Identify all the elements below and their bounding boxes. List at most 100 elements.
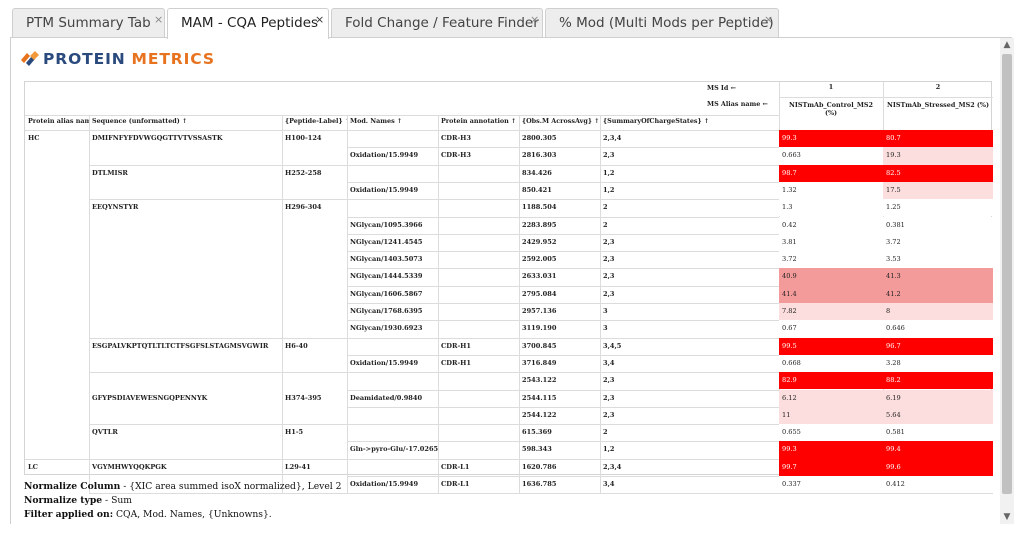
- cell-obs-mass[interactable]: 2795.084: [519, 286, 600, 303]
- cell-ms2-value[interactable]: 17.5: [883, 181, 993, 200]
- cell-charge-states[interactable]: 2,3,4: [600, 459, 779, 476]
- cell-protein-annotation[interactable]: CDR-L1: [438, 459, 519, 476]
- cell-sequence[interactable]: VGYMHWYQQKPGK: [89, 459, 282, 476]
- cell-ms1-value[interactable]: 0.337: [779, 476, 883, 494]
- cell-charge-states[interactable]: 3,4: [600, 476, 779, 493]
- cell-obs-mass[interactable]: 2429.952: [519, 234, 600, 251]
- cell-mod-name[interactable]: Oxidation/15.9949: [347, 182, 438, 199]
- cell-obs-mass[interactable]: 2283.895: [519, 217, 600, 234]
- cell-ms1-value[interactable]: 3.81: [779, 233, 883, 252]
- cell-mod-name[interactable]: Oxidation/15.9949: [347, 147, 438, 164]
- scroll-up-icon[interactable]: ▲: [1000, 38, 1014, 52]
- cell-obs-mass[interactable]: 3700.845: [519, 338, 600, 355]
- cell-ms1-value[interactable]: 1.32: [779, 181, 883, 200]
- cell-ms1-value[interactable]: 0.663: [779, 147, 883, 165]
- tab-percent-mod[interactable]: % Mod (Multi Mods per Peptide) ×: [545, 8, 779, 38]
- cell-peptide-label[interactable]: H6-40: [282, 338, 347, 355]
- cell-mod-name[interactable]: NGlycan/1930.6923: [347, 320, 438, 337]
- cell-mod-name[interactable]: NGlycan/1606.5867: [347, 286, 438, 303]
- cell-obs-mass[interactable]: 1636.785: [519, 476, 600, 493]
- column-header-6[interactable]: {SummaryOfChargeStates} ↑: [600, 118, 779, 128]
- cell-ms2-value[interactable]: 3.72: [883, 233, 993, 252]
- cell-peptide-label[interactable]: H374-395: [282, 390, 347, 407]
- cell-obs-mass[interactable]: 3716.849: [519, 355, 600, 372]
- cell-obs-mass[interactable]: 850.421: [519, 182, 600, 199]
- cell-protein-annotation[interactable]: CDR-H1: [438, 355, 519, 372]
- cell-ms1-value[interactable]: 0.67: [779, 320, 883, 338]
- cell-ms1-value[interactable]: 98.7: [779, 164, 883, 182]
- close-icon[interactable]: ×: [315, 9, 324, 31]
- cell-ms2-value[interactable]: 0.381: [883, 216, 993, 234]
- cell-ms2-value[interactable]: 3.53: [883, 251, 993, 269]
- cell-ms1-value[interactable]: 6.12: [779, 389, 883, 407]
- cell-ms2-value[interactable]: 96.7: [883, 337, 993, 355]
- cell-charge-states[interactable]: 2: [600, 424, 779, 441]
- cell-obs-mass[interactable]: 2957.136: [519, 303, 600, 320]
- cell-mod-name[interactable]: NGlycan/1768.6395: [347, 303, 438, 320]
- cell-protein-annotation[interactable]: CDR-H3: [438, 147, 519, 164]
- cell-ms1-value[interactable]: 99.7: [779, 458, 883, 476]
- cell-obs-mass[interactable]: 2543.122: [519, 372, 600, 389]
- cell-mod-name[interactable]: Oxidation/15.9949: [347, 476, 438, 493]
- cell-mod-name[interactable]: NGlycan/1444.5339: [347, 268, 438, 285]
- cell-charge-states[interactable]: 3,4: [600, 355, 779, 372]
- tab-ptm-summary[interactable]: PTM Summary Tab ×: [12, 8, 165, 38]
- cell-ms2-value[interactable]: 1.25: [883, 199, 993, 217]
- scroll-down-icon[interactable]: ▼: [1000, 510, 1014, 524]
- cell-ms2-value[interactable]: 99.6: [883, 458, 993, 476]
- cell-ms1-value[interactable]: 82.9: [779, 372, 883, 390]
- column-header-3[interactable]: Mod. Names ↑: [347, 118, 438, 128]
- cell-ms1-value[interactable]: 0.668: [779, 354, 883, 373]
- column-header-5[interactable]: {Obs.M AcrossAvg} ↑: [519, 118, 600, 128]
- column-header-4[interactable]: Protein annotation ↑: [438, 118, 519, 128]
- cell-peptide-label[interactable]: H296-304: [282, 199, 347, 216]
- cell-charge-states[interactable]: 3: [600, 303, 779, 320]
- cell-ms2-value[interactable]: 5.64: [883, 406, 993, 425]
- cell-protein-annotation[interactable]: CDR-L1: [438, 476, 519, 493]
- cell-protein-annotation[interactable]: CDR-H3: [438, 130, 519, 147]
- tab-mam-cqa-peptides[interactable]: MAM - CQA Peptides ×: [167, 8, 329, 39]
- cell-protein-alias[interactable]: HC: [25, 130, 89, 147]
- cell-charge-states[interactable]: 2: [600, 199, 779, 216]
- cell-ms2-value[interactable]: 41.2: [883, 285, 993, 303]
- cell-obs-mass[interactable]: 2544.122: [519, 407, 600, 424]
- cell-mod-name[interactable]: NGlycan/1241.4545: [347, 234, 438, 251]
- cell-ms2-value[interactable]: 99.4: [883, 441, 993, 459]
- cell-obs-mass[interactable]: 2633.031: [519, 268, 600, 285]
- cell-ms2-value[interactable]: 88.2: [883, 372, 993, 390]
- column-header-0[interactable]: Protein alias name: [25, 118, 89, 128]
- cell-sequence[interactable]: ESGPALVKPTQTLTLTCTFSGFSLSTAGMSVGWIR: [89, 338, 282, 355]
- cell-charge-states[interactable]: 2,3: [600, 251, 779, 268]
- tab-fold-change-feature-finder[interactable]: Fold Change / Feature Finder ×: [331, 8, 543, 38]
- cell-peptide-label[interactable]: L29-41: [282, 459, 347, 476]
- cell-ms1-value[interactable]: 11: [779, 406, 883, 425]
- cell-charge-states[interactable]: 2,3: [600, 372, 779, 389]
- cell-sequence[interactable]: DTLMISR: [89, 165, 282, 182]
- cell-obs-mass[interactable]: 834.426: [519, 165, 600, 182]
- cell-obs-mass[interactable]: 2544.115: [519, 390, 600, 407]
- cell-sequence[interactable]: QVTLR: [89, 424, 282, 441]
- cell-charge-states[interactable]: 2,3: [600, 268, 779, 285]
- cell-ms2-value[interactable]: 19.3: [883, 147, 993, 165]
- close-icon[interactable]: ×: [154, 9, 163, 31]
- ms-id-2[interactable]: 2: [883, 84, 993, 96]
- cell-obs-mass[interactable]: 1620.786: [519, 459, 600, 476]
- ms-id-1[interactable]: 1: [779, 84, 883, 96]
- close-icon[interactable]: ×: [764, 9, 773, 31]
- cell-mod-name[interactable]: Gln->pyro-Glu/-17.0265: [347, 441, 438, 458]
- cell-ms1-value[interactable]: 99.3: [779, 441, 883, 459]
- cell-ms1-value[interactable]: 0.655: [779, 424, 883, 442]
- cell-obs-mass[interactable]: 2592.005: [519, 251, 600, 268]
- cell-ms1-value[interactable]: 99.3: [779, 130, 883, 148]
- cell-mod-name[interactable]: NGlycan/1403.5073: [347, 251, 438, 268]
- cell-obs-mass[interactable]: 1188.504: [519, 199, 600, 216]
- cell-ms2-value[interactable]: 0.581: [883, 424, 993, 442]
- scrollbar-thumb[interactable]: [1002, 54, 1012, 494]
- cell-ms2-value[interactable]: 0.412: [883, 476, 993, 494]
- cell-charge-states[interactable]: 3,4,5: [600, 338, 779, 355]
- cell-charge-states[interactable]: 2,3: [600, 286, 779, 303]
- cell-charge-states[interactable]: 1,2: [600, 165, 779, 182]
- cell-charge-states[interactable]: 1,2: [600, 182, 779, 199]
- cell-ms1-value[interactable]: 41.4: [779, 285, 883, 303]
- cell-peptide-label[interactable]: H1-5: [282, 424, 347, 441]
